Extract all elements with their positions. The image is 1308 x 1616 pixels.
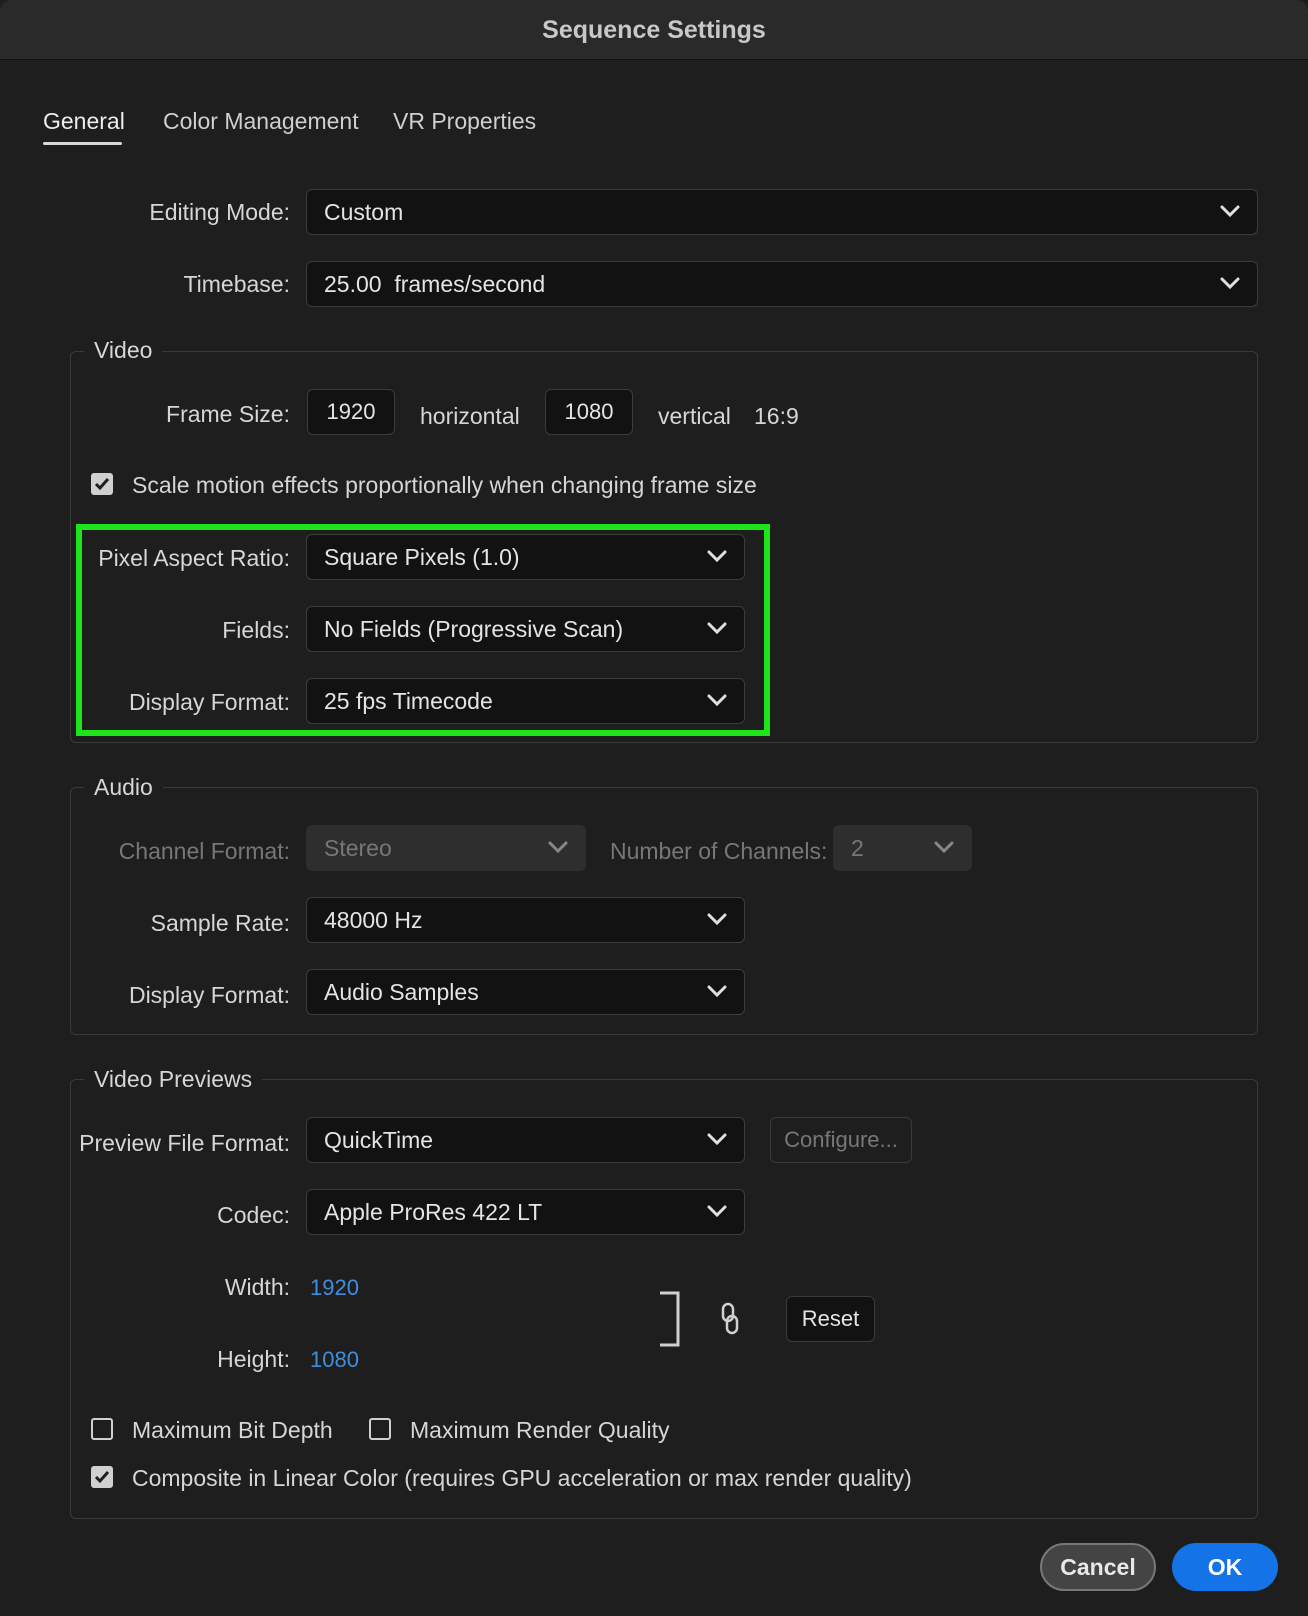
tab-general[interactable]: General	[43, 108, 125, 135]
preview-width-value[interactable]: 1920	[310, 1275, 359, 1301]
editing-mode-dropdown[interactable]: Custom	[306, 189, 1258, 235]
preview-file-format-label: Preview File Format:	[79, 1130, 290, 1156]
timebase-value: 25.00 frames/second	[324, 271, 546, 297]
composite-linear-label: Composite in Linear Color (requires GPU …	[132, 1465, 912, 1491]
chevron-down-icon	[707, 1205, 727, 1218]
chevron-down-icon	[707, 985, 727, 998]
scale-motion-checkbox[interactable]	[91, 473, 113, 495]
reset-button[interactable]: Reset	[786, 1296, 875, 1342]
frame-width-input[interactable]: 1920	[307, 389, 395, 435]
cancel-button[interactable]: Cancel	[1040, 1543, 1156, 1591]
channel-format-value: Stereo	[324, 835, 392, 861]
composite-linear-checkbox[interactable]	[91, 1466, 113, 1488]
scale-motion-label: Scale motion effects proportionally when…	[132, 472, 757, 498]
editing-mode-value: Custom	[324, 199, 404, 225]
codec-value: Apple ProRes 422 LT	[324, 1199, 543, 1225]
title-bar: Sequence Settings	[0, 0, 1308, 60]
editing-mode-label: Editing Mode:	[149, 199, 290, 225]
max-render-quality-checkbox[interactable]	[369, 1418, 391, 1440]
timebase-dropdown[interactable]: 25.00 frames/second	[306, 261, 1258, 307]
tab-vr-properties[interactable]: VR Properties	[393, 108, 536, 135]
number-of-channels-value: 2	[851, 835, 864, 861]
frame-height-input[interactable]: 1080	[545, 389, 633, 435]
vertical-label: vertical	[658, 403, 731, 429]
max-bit-depth-label: Maximum Bit Depth	[132, 1417, 333, 1443]
chevron-down-icon	[707, 1133, 727, 1146]
channel-format-label: Channel Format:	[118, 838, 290, 864]
width-label: Width:	[224, 1274, 290, 1300]
sample-rate-dropdown[interactable]: 48000 Hz	[306, 897, 745, 943]
number-of-channels-dropdown[interactable]: 2	[833, 825, 972, 871]
link-bracket-icon	[660, 1291, 680, 1347]
configure-button[interactable]: Configure...	[770, 1117, 912, 1163]
active-tab-indicator	[43, 142, 122, 145]
preview-file-format-dropdown[interactable]: QuickTime	[306, 1117, 745, 1163]
max-render-quality-label: Maximum Render Quality	[410, 1417, 670, 1443]
window-title: Sequence Settings	[542, 16, 766, 44]
preview-file-format-value: QuickTime	[324, 1127, 434, 1153]
chevron-down-icon	[1220, 205, 1240, 218]
max-bit-depth-checkbox[interactable]	[91, 1418, 113, 1440]
height-label: Height:	[217, 1346, 290, 1372]
horizontal-label: horizontal	[420, 403, 520, 429]
codec-dropdown[interactable]: Apple ProRes 422 LT	[306, 1189, 745, 1235]
aspect-ratio-text: 16:9	[754, 403, 799, 429]
video-previews-group-title: Video Previews	[84, 1066, 263, 1093]
audio-display-format-dropdown[interactable]: Audio Samples	[306, 969, 745, 1015]
ok-button[interactable]: OK	[1172, 1543, 1278, 1591]
chevron-down-icon	[707, 913, 727, 926]
sample-rate-label: Sample Rate:	[150, 910, 290, 936]
audio-group-title: Audio	[84, 774, 163, 801]
preview-height-value[interactable]: 1080	[310, 1347, 359, 1373]
chevron-down-icon	[548, 841, 568, 854]
frame-size-label: Frame Size:	[166, 401, 290, 427]
checkmark-icon	[94, 1471, 110, 1484]
timebase-label: Timebase:	[183, 271, 290, 297]
audio-display-format-value: Audio Samples	[324, 979, 479, 1005]
sample-rate-value: 48000 Hz	[324, 907, 423, 933]
audio-display-format-label: Display Format:	[128, 982, 290, 1008]
tab-color-management[interactable]: Color Management	[163, 108, 359, 135]
chevron-down-icon	[1220, 277, 1240, 290]
codec-label: Codec:	[217, 1202, 290, 1228]
chevron-down-icon	[934, 841, 954, 854]
number-of-channels-label: Number of Channels:	[610, 838, 828, 864]
video-group-title: Video	[84, 337, 163, 364]
checkmark-icon	[94, 478, 110, 491]
highlight-box	[76, 524, 770, 736]
chain-link-icon[interactable]	[717, 1302, 743, 1336]
channel-format-dropdown[interactable]: Stereo	[306, 825, 586, 871]
